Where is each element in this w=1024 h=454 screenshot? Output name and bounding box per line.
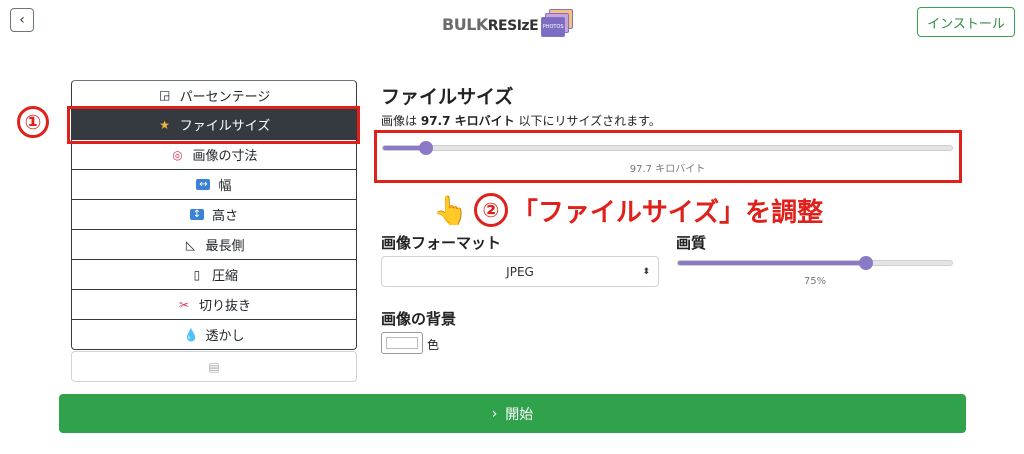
menu-item-label: 幅 <box>218 179 232 194</box>
format-selected-value: JPEG <box>506 264 534 279</box>
annotation-number-1: ① <box>17 106 49 138</box>
menu-item-label: 高さ <box>211 209 238 224</box>
compress-icon: ▯ <box>193 267 201 282</box>
desc-suffix: 以下にリサイズされます。 <box>518 114 661 128</box>
menu-item-label: 透かし <box>205 329 245 344</box>
menu-item-3[interactable]: ↔ 幅 <box>71 170 357 200</box>
menu-extra-button[interactable]: ▤ <box>71 351 357 382</box>
quality-slider-thumb[interactable] <box>858 256 873 270</box>
logo-part1: BULK <box>442 14 488 34</box>
filesize-description: 画像は 97.7 キロバイト 以下にリサイズされます。 <box>381 112 661 129</box>
menu-item-label: 圧縮 <box>211 269 238 284</box>
back-button[interactable]: ‹ <box>10 8 34 32</box>
format-select[interactable]: JPEG ⬍ <box>381 256 659 287</box>
app-logo: BULKRESIzE PHOTOS <box>442 8 574 40</box>
annotation-highlight-2 <box>374 130 962 183</box>
triangle-ruler-icon: ◺ <box>185 237 196 252</box>
desc-prefix: 画像は <box>381 114 418 128</box>
annotation-number-2: ② <box>473 193 508 227</box>
menu-item-label: 最長側 <box>205 239 245 254</box>
start-label: 開始 <box>505 406 534 423</box>
photos-stack-icon: PHOTOS <box>541 9 574 39</box>
menu-item-label: 切り抜き <box>198 299 251 314</box>
chevron-left-icon: ‹ <box>19 12 25 28</box>
format-heading: 画像フォーマット <box>381 234 502 252</box>
menu-item-label: 画像の寸法 <box>192 149 258 164</box>
select-caret-icon: ⬍ <box>642 266 650 277</box>
filesize-heading: ファイルサイズ <box>381 86 514 108</box>
annotation-highlight-1 <box>67 106 360 144</box>
width-arrows-icon: ↔ <box>196 179 211 190</box>
install-button[interactable]: インストール <box>917 7 1015 37</box>
menu-item-8[interactable]: 💧 透かし <box>71 320 357 350</box>
list-icon: ▤ <box>208 359 220 374</box>
target-icon: ◎ <box>172 147 183 162</box>
scissors-icon: ✂ <box>178 297 190 312</box>
menu-item-2[interactable]: ◎ 画像の寸法 <box>71 140 357 170</box>
height-arrows-icon: ↕ <box>189 209 204 220</box>
annotation-instruction: 👆 ② 「ファイルサイズ」を調整 <box>433 190 823 230</box>
logo-part2: RESIzE <box>487 17 539 34</box>
quality-value: 75% <box>803 276 827 287</box>
percent-icon: ◲ <box>158 88 171 102</box>
background-heading: 画像の背景 <box>381 310 457 328</box>
chevron-right-icon: › <box>491 405 498 422</box>
quality-slider[interactable] <box>677 256 953 270</box>
menu-item-7[interactable]: ✂ 切り抜き <box>71 290 357 320</box>
quality-slider-fill <box>678 261 866 265</box>
background-color-label: 色 <box>427 338 440 352</box>
quality-heading: 画質 <box>676 234 707 252</box>
logo-text: BULKRESIzE <box>442 14 539 34</box>
pointing-hand-icon: 👆 <box>433 193 468 227</box>
desc-value: 97.7 キロバイト <box>420 114 515 128</box>
menu-item-label: パーセンテージ <box>179 89 271 105</box>
background-color-picker[interactable] <box>381 332 423 354</box>
menu-item-5[interactable]: ◺ 最長側 <box>71 230 357 260</box>
annotation-instruction-text: 「ファイルサイズ」を調整 <box>511 197 824 228</box>
menu-item-4[interactable]: ↕ 高さ <box>71 200 357 230</box>
start-button[interactable]: › 開始 <box>59 394 966 433</box>
droplet-icon: 💧 <box>183 327 199 342</box>
menu-item-6[interactable]: ▯ 圧縮 <box>71 260 357 290</box>
logo-badge: PHOTOS <box>541 17 566 37</box>
